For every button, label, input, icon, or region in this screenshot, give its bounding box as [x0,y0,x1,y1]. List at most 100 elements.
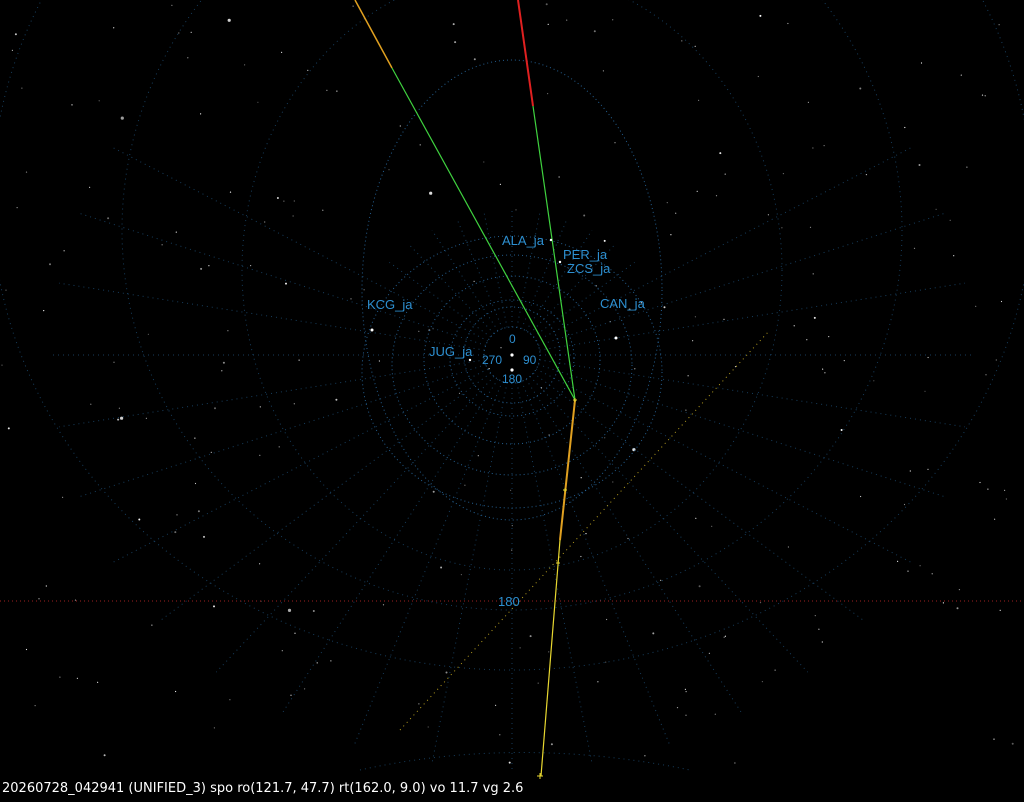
star [612,481,614,483]
star [460,574,462,576]
trajectory-markers [537,398,577,779]
star [993,738,995,740]
azimuth-spoke [79,364,486,498]
star [322,209,324,211]
star [203,535,205,538]
star [634,368,636,370]
star [49,263,51,266]
star [229,191,232,193]
star [644,755,646,757]
sky-map[interactable]: 0 90 180 270 180 ALA_ja PER_ja ZCS_ja KC… [0,0,1024,802]
star [676,707,679,709]
station-label-zcs[interactable]: ZCS_ja [567,261,611,276]
star [259,406,261,408]
star [603,239,606,242]
star [685,691,687,693]
star [1000,300,1003,303]
star [118,407,120,409]
star [483,161,485,163]
azimuth-spoke [281,378,499,714]
station-label-kcg[interactable]: KCG_ja [367,297,413,312]
azimuth-spoke [456,219,503,329]
star [454,41,457,44]
star [694,316,697,318]
azimuth-spoke [539,359,966,428]
star [419,144,421,146]
trajectory-orange-lower [559,399,576,541]
star [684,688,687,691]
star [287,608,292,613]
star [511,549,513,551]
star [715,195,718,197]
star [627,537,629,540]
star [208,265,210,267]
star [90,403,92,405]
star [913,247,916,249]
star [956,607,959,610]
star [7,427,10,430]
star [432,490,435,493]
star [807,101,810,103]
star [510,489,512,491]
star [708,652,711,654]
star [781,227,783,229]
star [76,677,78,679]
star [161,244,163,246]
star [213,605,215,608]
star [981,94,984,96]
station-label-jug[interactable]: JUG_ja [429,344,473,359]
trajectory-red [517,0,534,107]
star [984,95,986,97]
star [695,517,697,519]
star [59,676,61,678]
star [307,69,309,71]
star [5,289,7,291]
star [290,694,292,696]
star [734,762,736,764]
azimuth-spoke [516,382,593,763]
star [537,682,539,684]
station-label-can[interactable]: CAN_ja [600,296,646,311]
star [723,318,725,320]
star [458,392,461,394]
star [477,455,479,457]
star [920,62,923,64]
star [605,661,607,663]
star [259,454,261,456]
star [257,101,259,103]
star [382,604,385,606]
star [724,173,726,175]
star [187,57,189,59]
star [89,186,91,188]
star [809,226,812,228]
station-label-per[interactable]: PER_ja [563,247,608,262]
star [464,484,466,486]
star [694,45,696,47]
star [953,255,955,257]
star [927,356,929,359]
star [548,434,550,436]
station-label-ala[interactable]: ALA_ja [502,233,545,248]
azimuth-spoke [159,372,491,622]
star [604,437,606,439]
star [821,641,823,643]
star [597,681,599,683]
star [281,51,283,54]
star [312,610,315,612]
star [585,533,587,535]
star [363,289,365,291]
star [812,147,814,149]
star [34,705,36,707]
star [759,602,762,604]
star [63,250,65,252]
star [583,214,586,217]
star [547,23,549,25]
star [1005,498,1008,500]
star [336,90,338,92]
star [823,145,825,147]
azimuth-spoke [354,381,503,745]
star [999,609,1001,612]
star [11,49,13,52]
star [612,19,614,21]
azimuth-spoke [533,372,865,622]
